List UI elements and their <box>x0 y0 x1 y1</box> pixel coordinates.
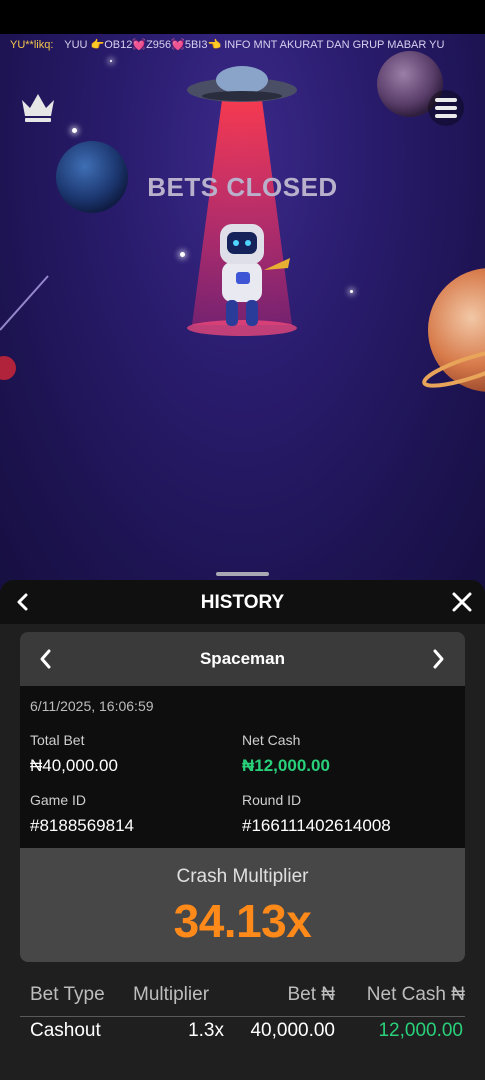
header-divider <box>20 1016 465 1017</box>
game-scene: YU**likq: YUU 👉OB12💓Z956💓5BI3👈 INFO MNT … <box>0 0 485 600</box>
close-icon <box>452 592 472 612</box>
crown-icon[interactable] <box>20 90 56 124</box>
game-id-label: Game ID <box>30 792 87 808</box>
history-header: HISTORY <box>0 580 485 624</box>
game-id-value: #8188569814 <box>30 816 135 835</box>
game-navigator: Spaceman <box>20 632 465 686</box>
star <box>72 128 77 133</box>
history-panel: HISTORY Spaceman 6/11/2025, 16:06:59 Tot… <box>0 580 485 1080</box>
bets-closed-status: BETS CLOSED <box>147 172 338 202</box>
column-header-bet-type: Bet Type <box>30 984 105 1005</box>
column-header-net-cash: Net Cash ₦ <box>366 984 465 1005</box>
panel-drag-handle[interactable] <box>216 572 269 576</box>
round-timestamp: 6/11/2025, 16:06:59 <box>30 698 154 714</box>
total-bet-label: Total Bet <box>30 732 85 748</box>
hamburger-menu-icon[interactable] <box>428 90 464 126</box>
net-cash-label: Net Cash <box>242 732 301 748</box>
round-id-value: #166111402614008 <box>242 816 391 835</box>
round-id-label: Round ID <box>242 792 302 808</box>
column-header-multiplier: Multiplier <box>133 984 210 1005</box>
history-title: HISTORY <box>200 592 285 613</box>
cell-multiplier: 1.3x <box>188 1020 224 1041</box>
crash-multiplier-value: 34.13x <box>173 895 312 947</box>
round-details-card: Spaceman 6/11/2025, 16:06:59 Total Bet ₦… <box>20 632 465 962</box>
next-round-button[interactable] <box>428 647 448 671</box>
cell-bet: 40,000.00 <box>250 1020 335 1041</box>
round-info: 6/11/2025, 16:06:59 Total Bet ₦40,000.00… <box>20 686 465 848</box>
net-cash-value: ₦12,000.00 <box>242 756 330 775</box>
crash-multiplier-box: Crash Multiplier 34.13x <box>20 848 465 962</box>
cell-bet-type: Cashout <box>30 1020 101 1041</box>
space-background-art <box>0 51 485 392</box>
cell-net-cash: 12,000.00 <box>378 1020 463 1041</box>
total-bet-value: ₦40,000.00 <box>30 756 118 775</box>
star <box>350 290 353 293</box>
game-name: Spaceman <box>199 649 286 668</box>
crash-multiplier-label: Crash Multiplier <box>176 866 309 887</box>
chevron-right-icon <box>433 649 444 669</box>
column-header-bet: Bet ₦ <box>287 984 335 1005</box>
star <box>180 252 185 257</box>
star <box>110 60 112 62</box>
close-button[interactable] <box>450 590 474 614</box>
